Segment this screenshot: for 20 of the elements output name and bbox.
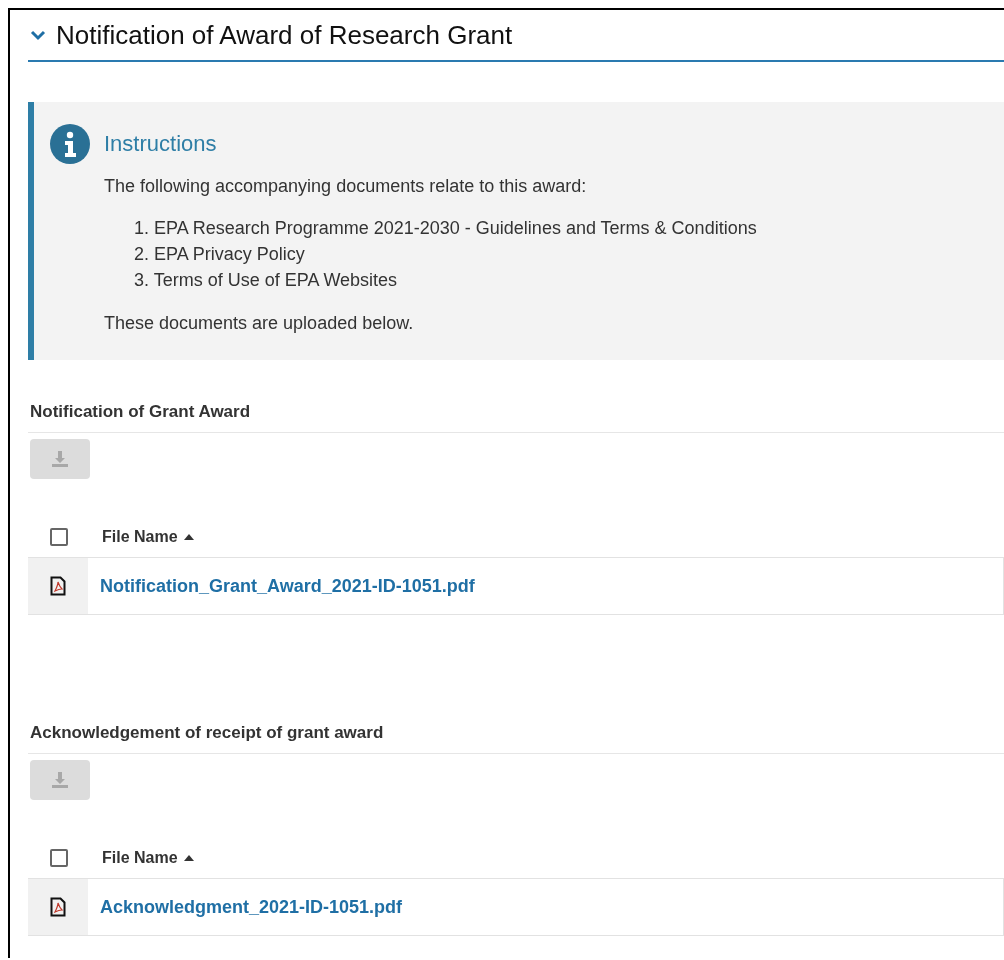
pdf-file-icon xyxy=(50,576,66,596)
download-icon xyxy=(50,449,70,469)
attachment-heading: Acknowledgement of receipt of grant award xyxy=(28,723,1004,754)
attachment-heading: Notification of Grant Award xyxy=(28,402,1004,433)
info-icon xyxy=(50,124,90,164)
column-header[interactable]: File Name xyxy=(102,528,178,546)
list-item: 1. EPA Research Programme 2021-2030 - Guidelines and Terms & Conditions xyxy=(134,217,758,239)
select-all-checkbox[interactable] xyxy=(50,528,68,546)
select-all-checkbox[interactable] xyxy=(50,849,68,867)
list-item: 2. EPA Privacy Policy xyxy=(134,243,306,265)
sort-ascending-icon[interactable] xyxy=(183,534,194,540)
instructions-text: The following accompanying documents relate to this award: xyxy=(104,176,588,197)
column-header[interactable]: File Name xyxy=(102,849,178,867)
section-title: Notification of Award of Research Grant xyxy=(56,19,513,51)
instructions-text: These documents are uploaded below. xyxy=(104,313,415,334)
download-icon xyxy=(50,770,70,790)
instructions-title: Instructions xyxy=(104,131,218,157)
sort-ascending-icon[interactable] xyxy=(183,855,194,861)
list-item: 3. Terms of Use of EPA Websites xyxy=(134,269,399,291)
pdf-file-icon xyxy=(50,897,66,917)
